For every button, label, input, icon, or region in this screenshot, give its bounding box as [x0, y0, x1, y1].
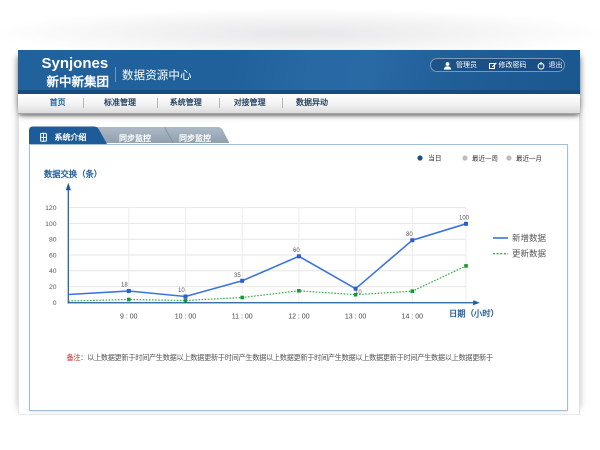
svg-text:120: 120	[45, 205, 57, 212]
svg-text:20: 20	[49, 284, 57, 291]
svg-text:10: 10	[178, 288, 185, 294]
svg-text:60: 60	[49, 252, 57, 259]
svg-text:更新数据: 更新数据	[512, 249, 547, 259]
svg-text:13 : 00: 13 : 00	[345, 314, 367, 321]
svg-text:10: 10	[355, 290, 362, 296]
svg-text:11 : 00: 11 : 00	[232, 314, 253, 321]
svg-text:40: 40	[49, 268, 57, 275]
svg-text:当日: 当日	[428, 154, 442, 163]
svg-text:新增数据: 新增数据	[512, 233, 547, 243]
svg-text:35: 35	[234, 273, 241, 279]
svg-text:12 : 00: 12 : 00	[288, 314, 310, 321]
svg-text:100: 100	[459, 216, 470, 222]
svg-text:100: 100	[45, 221, 57, 228]
svg-text:18: 18	[121, 283, 128, 289]
svg-text:14 : 00: 14 : 00	[402, 314, 424, 321]
svg-text:60: 60	[293, 248, 300, 254]
svg-text:9 : 00: 9 : 00	[120, 314, 138, 321]
svg-text:最近一周: 最近一周	[472, 154, 498, 163]
svg-text:数据交换（条）: 数据交换（条）	[44, 169, 102, 179]
svg-text:最近一月: 最近一月	[516, 154, 542, 163]
svg-text:80: 80	[406, 232, 413, 238]
svg-text:10 : 00: 10 : 00	[175, 314, 197, 321]
svg-text:80: 80	[49, 237, 57, 244]
svg-text:0: 0	[53, 300, 57, 307]
svg-text:日期（小时）: 日期（小时）	[449, 309, 499, 319]
